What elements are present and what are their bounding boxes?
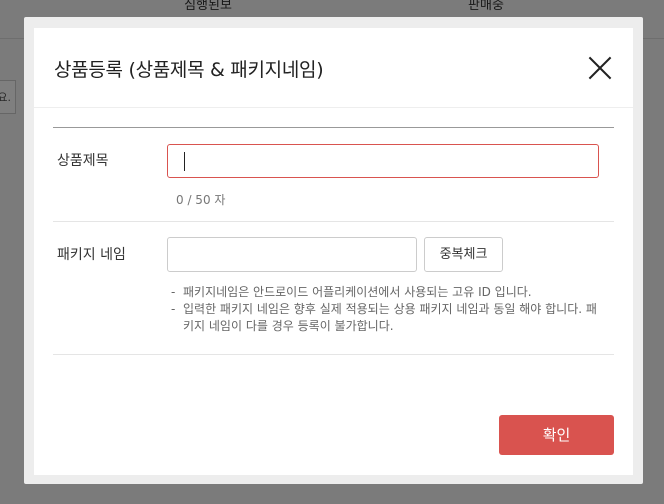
confirm-button[interactable]: 확인 bbox=[499, 415, 614, 455]
form-top-rule bbox=[53, 127, 614, 128]
package-name-input[interactable] bbox=[167, 237, 417, 272]
modal-header: 상품등록 (상품제목 & 패키지네임) bbox=[34, 28, 633, 108]
note-item: 입력한 패키지 네임은 향후 실제 적용되는 상용 패키지 네임과 동일 해야 … bbox=[171, 301, 601, 335]
row-divider bbox=[53, 221, 614, 222]
duplicate-check-button[interactable]: 중복체크 bbox=[424, 237, 503, 272]
package-name-label: 패키지 네임 bbox=[57, 247, 126, 263]
close-icon[interactable] bbox=[587, 55, 613, 81]
row-divider bbox=[53, 354, 614, 355]
product-register-modal: 상품등록 (상품제목 & 패키지네임) 상품제목 0 / 50 자 패키지 네임… bbox=[34, 28, 633, 475]
package-name-notes: 패키지네임은 안드로이드 어플리케이션에서 사용되는 고유 ID 입니다. 입력… bbox=[171, 284, 601, 335]
text-caret bbox=[184, 152, 185, 171]
char-counter: 0 / 50 자 bbox=[176, 193, 226, 207]
modal-title: 상품등록 (상품제목 & 패키지네임) bbox=[54, 59, 324, 81]
product-title-label: 상품제목 bbox=[57, 153, 109, 169]
product-title-input[interactable] bbox=[167, 144, 599, 178]
note-item: 패키지네임은 안드로이드 어플리케이션에서 사용되는 고유 ID 입니다. bbox=[171, 284, 601, 301]
